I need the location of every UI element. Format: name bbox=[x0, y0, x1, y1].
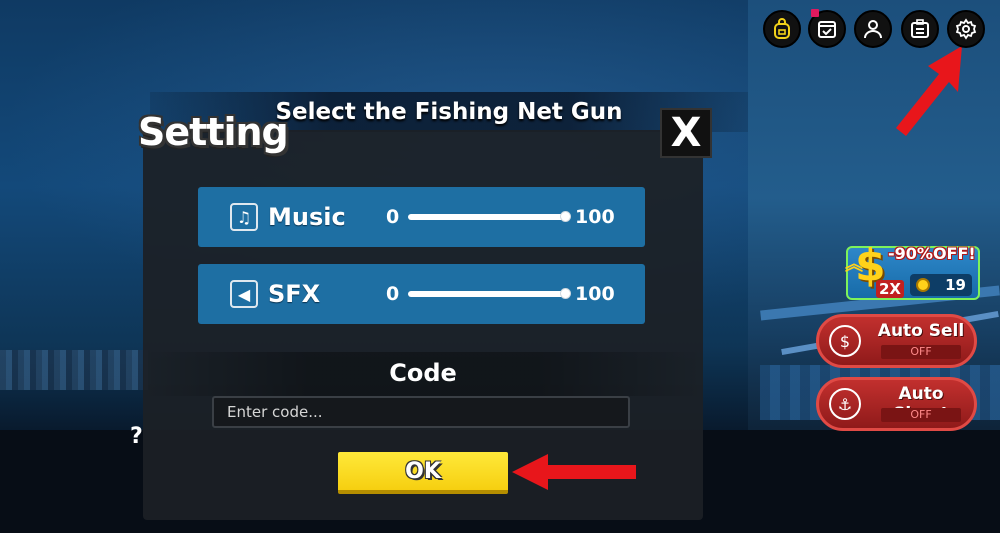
music-slider-track[interactable] bbox=[408, 214, 566, 220]
calendar-check-icon bbox=[818, 21, 836, 38]
music-setting-row: ♫ Music 0 100 bbox=[198, 187, 645, 247]
red-arrow-diagonal-icon bbox=[896, 46, 962, 136]
code-title: Code bbox=[389, 359, 457, 387]
sfx-label: SFX bbox=[268, 280, 321, 308]
fishing-rod-icon: ⚓ bbox=[829, 388, 861, 420]
scene-water-edge bbox=[0, 350, 148, 390]
sfx-setting-row: ◀ SFX 0 100 bbox=[198, 264, 645, 324]
speaker-icon: ◀ bbox=[230, 280, 258, 308]
music-note-icon: ♫ bbox=[230, 203, 258, 231]
close-button[interactable]: X bbox=[660, 108, 712, 158]
profile-icon bbox=[864, 20, 882, 39]
red-arrow-left-icon bbox=[512, 454, 636, 490]
settings-button[interactable] bbox=[947, 10, 985, 48]
code-input[interactable] bbox=[212, 396, 630, 428]
auto-shoot-toggle[interactable]: ⚓ Auto Shoot OFF bbox=[816, 377, 977, 431]
ok-label: OK bbox=[405, 458, 441, 484]
sfx-max-value: 100 bbox=[575, 283, 615, 305]
auto-sell-state: OFF bbox=[881, 345, 961, 359]
sfx-min-value: 0 bbox=[386, 283, 400, 305]
screen-title: Select the Fishing Net Gun bbox=[275, 99, 623, 125]
ok-button[interactable]: OK bbox=[338, 452, 508, 494]
money-bag-icon: $ bbox=[829, 325, 861, 357]
settings-title: Setting bbox=[138, 110, 289, 154]
auto-sell-toggle[interactable]: $ Auto Sell OFF bbox=[816, 314, 977, 368]
help-question-mark[interactable]: ? bbox=[130, 424, 143, 449]
quests-button[interactable] bbox=[901, 10, 939, 48]
auto-shoot-state: OFF bbox=[881, 408, 961, 422]
music-min-value: 0 bbox=[386, 206, 400, 228]
notification-dot bbox=[811, 9, 819, 17]
boost-discount: -90%OFF! bbox=[888, 244, 976, 263]
music-label: Music bbox=[268, 203, 346, 231]
backpack-icon bbox=[774, 18, 790, 39]
music-max-value: 100 bbox=[575, 206, 615, 228]
sfx-slider-handle[interactable] bbox=[560, 288, 571, 299]
gear-icon bbox=[955, 18, 977, 40]
backpack-button[interactable] bbox=[763, 10, 801, 48]
coin-icon bbox=[916, 278, 930, 292]
boost-multiplier: 2X bbox=[876, 280, 905, 298]
profile-button[interactable] bbox=[854, 10, 892, 48]
clipboard-icon bbox=[911, 19, 929, 38]
sfx-slider-track[interactable] bbox=[408, 291, 566, 297]
close-icon: X bbox=[670, 110, 702, 156]
music-slider-handle[interactable] bbox=[560, 211, 571, 222]
auto-sell-label: Auto Sell bbox=[877, 321, 965, 341]
